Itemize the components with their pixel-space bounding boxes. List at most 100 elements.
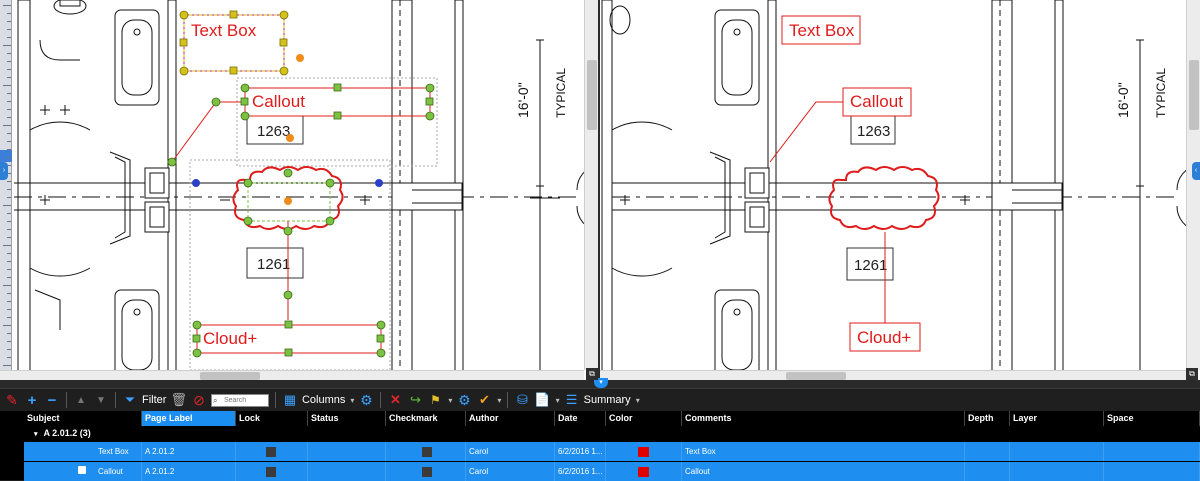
lock-checkbox[interactable] (266, 467, 276, 477)
column-header-space[interactable]: Space (1104, 411, 1200, 426)
summary-list-icon[interactable]: ☰ (564, 391, 580, 409)
ruler-tick (3, 45, 11, 46)
table-row[interactable]: Text Box A 2.01.2 Carol 6/2/2016 1... Te… (24, 442, 1200, 461)
floor-plan-right[interactable]: 1263 1261 16'-0" TYPICAL Text Box Callou… (600, 0, 1200, 380)
chevron-down-icon[interactable]: ▾ (556, 396, 560, 405)
cell-comments[interactable]: Text Box (682, 442, 965, 461)
cell-lock[interactable] (236, 442, 308, 461)
summary-label[interactable]: Summary (584, 394, 631, 406)
column-header-status[interactable]: Status (308, 411, 386, 426)
horizontal-scrollbar-right[interactable] (600, 370, 1186, 380)
columns-label[interactable]: Columns (302, 394, 345, 406)
table-row[interactable]: Callout A 2.01.2 Carol 6/2/2016 1... Cal… (24, 462, 1200, 481)
chevron-down-icon[interactable]: ▾ (448, 396, 452, 405)
move-up-icon[interactable]: ▲ (73, 391, 89, 409)
vertical-scrollbar-left[interactable] (584, 0, 598, 370)
remove-icon[interactable]: − (44, 391, 60, 409)
cell-comments[interactable]: Callout (682, 462, 965, 481)
filter-icon[interactable]: ⏷ (122, 391, 138, 409)
color-swatch[interactable] (638, 447, 649, 457)
column-header-lock[interactable]: Lock (236, 411, 308, 426)
ruler-tick (7, 13, 11, 14)
left-panel-tab[interactable]: › (0, 162, 8, 180)
move-down-icon[interactable]: ▼ (93, 391, 109, 409)
ruler-tick (7, 133, 11, 134)
search-input[interactable] (210, 393, 269, 407)
lock-checkbox[interactable] (266, 447, 276, 457)
callout-label: Callout (850, 92, 903, 111)
ruler-tick (7, 349, 11, 350)
horizontal-scrollbar-left[interactable] (0, 370, 584, 380)
cell-color[interactable] (606, 462, 682, 481)
scrollbar-thumb[interactable] (200, 372, 260, 380)
group-row[interactable]: ▾ A 2.01.2 (3) (24, 426, 1200, 441)
delete-icon[interactable]: ✕ (387, 391, 403, 409)
gear-icon[interactable]: ⚙ (456, 391, 472, 409)
column-header-depth[interactable]: Depth (965, 411, 1010, 426)
column-header-subject[interactable]: Subject (24, 411, 142, 426)
scrollbar-thumb[interactable] (587, 60, 597, 130)
cloud-plus-label: Cloud+ (203, 329, 257, 348)
checkmark-icon[interactable]: ✔ (476, 391, 492, 409)
markups-list-toolbar: ✎ + − ▲ ▼ ⏷ Filter 🗑 ⊘ ⌕ ▦ Columns ▾ ⚙ ✕… (0, 388, 1200, 411)
column-header-page-label[interactable]: Page Label (142, 411, 236, 426)
status-icon[interactable]: ⚑ (427, 391, 443, 409)
cell-status[interactable] (308, 462, 386, 481)
chevron-down-icon[interactable]: ▾ (497, 396, 501, 405)
column-header-layer[interactable]: Layer (1010, 411, 1104, 426)
ruler-tick (3, 125, 11, 126)
drawing-pane-right[interactable]: 1263 1261 16'-0" TYPICAL Text Box Callou… (600, 0, 1200, 380)
cell-checkmark[interactable] (386, 462, 466, 481)
cell-date: 6/2/2016 1... (555, 442, 606, 461)
right-panel-tab[interactable]: ‹ (1192, 162, 1200, 180)
filter-label[interactable]: Filter (142, 394, 166, 406)
column-header-comments[interactable]: Comments (682, 411, 965, 426)
sync-view-icon[interactable]: ⧉ (1186, 368, 1198, 380)
cell-layer (1010, 442, 1104, 461)
drawing-pane-left[interactable]: 1263 1261 16'-0" TYPICAL Text Box Callou… (0, 0, 598, 380)
scrollbar-thumb[interactable] (1189, 60, 1199, 130)
cell-color[interactable] (606, 442, 682, 461)
collapse-icon[interactable]: ▾ (34, 431, 38, 438)
export-icon[interactable]: 📄 (534, 391, 550, 409)
column-header-checkmark[interactable]: Checkmark (386, 411, 466, 426)
floor-plan-left[interactable]: 1263 1261 16'-0" TYPICAL Text Box Callou… (0, 0, 598, 380)
chevron-down-icon[interactable]: ▾ (636, 396, 640, 405)
color-swatch[interactable] (638, 467, 649, 477)
cell-status[interactable] (308, 442, 386, 461)
sync-view-icon[interactable]: ⧉ (586, 368, 598, 380)
text-box-markup-selected[interactable]: Text Box (179, 10, 304, 76)
ruler-tick (7, 261, 11, 262)
database-icon[interactable]: ⛁ (514, 391, 530, 409)
cell-checkmark[interactable] (386, 442, 466, 461)
columns-icon[interactable]: ▦ (282, 391, 298, 409)
panel-splitter-horizontal[interactable]: ▾ (0, 378, 1200, 388)
pen-icon[interactable]: ✎ (4, 391, 20, 409)
text-box-label: Text Box (789, 21, 855, 40)
search-icon: ⌕ (212, 395, 218, 405)
ruler-tick (7, 77, 11, 78)
reply-icon[interactable]: ↪ (407, 391, 423, 409)
scrollbar-thumb[interactable] (786, 372, 846, 380)
trash-icon[interactable]: 🗑 (170, 391, 187, 409)
ruler-tick (7, 37, 11, 38)
cell-lock[interactable] (236, 462, 308, 481)
ruler-tick (7, 357, 11, 358)
gear-icon[interactable]: ⚙ (358, 391, 374, 409)
ruler-tick (7, 237, 11, 238)
ruler-tick (7, 341, 11, 342)
text-box-markup[interactable]: Text Box (781, 15, 861, 45)
ruler-tick (7, 141, 11, 142)
callout-label: Callout (252, 92, 305, 111)
ruler-tick (7, 149, 11, 150)
checkmark-checkbox[interactable] (422, 467, 432, 477)
ruler-tick (7, 293, 11, 294)
column-header-color[interactable]: Color (606, 411, 682, 426)
column-header-author[interactable]: Author (466, 411, 555, 426)
column-header-date[interactable]: Date (555, 411, 606, 426)
vertical-scrollbar-right[interactable] (1186, 0, 1200, 370)
chevron-down-icon[interactable]: ▾ (350, 396, 354, 405)
clear-filter-icon[interactable]: ⊘ (191, 391, 207, 409)
add-icon[interactable]: + (24, 391, 40, 409)
checkmark-checkbox[interactable] (422, 447, 432, 457)
